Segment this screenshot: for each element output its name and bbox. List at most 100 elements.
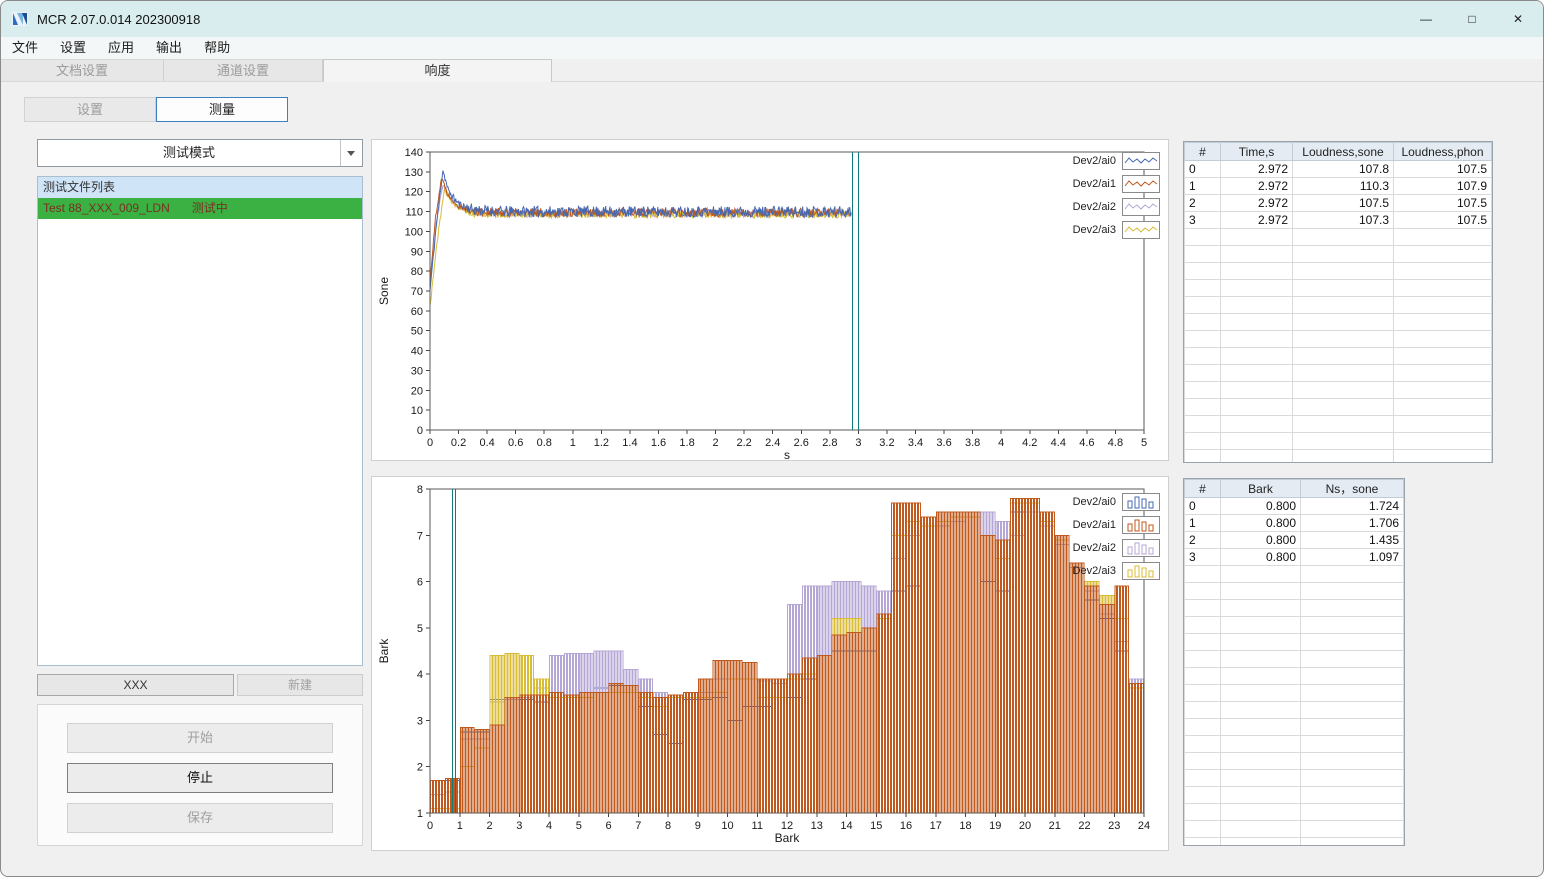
- table-row-empty: [1184, 245, 1492, 263]
- table-cell: [1184, 415, 1221, 433]
- svg-text:15: 15: [870, 820, 882, 832]
- table-cell: [1220, 786, 1301, 804]
- test-mode-select[interactable]: 测试模式: [37, 139, 363, 167]
- close-button[interactable]: ✕: [1495, 1, 1541, 37]
- tab-loudness[interactable]: 响度: [323, 59, 552, 82]
- svg-text:3: 3: [417, 715, 423, 727]
- table-cell: [1184, 735, 1221, 753]
- svg-text:2.6: 2.6: [794, 437, 809, 449]
- subtab-measure-button[interactable]: 测量: [156, 97, 288, 122]
- table-cell: [1300, 599, 1404, 617]
- menu-item-apply[interactable]: 应用: [97, 37, 145, 59]
- table-cell: [1292, 313, 1394, 331]
- table-cell: [1184, 752, 1221, 770]
- col-header-time: Time,s: [1220, 142, 1293, 161]
- new-button[interactable]: 新建: [237, 674, 363, 696]
- save-button[interactable]: 保存: [67, 803, 333, 833]
- subtab-settings-button[interactable]: 设置: [24, 97, 156, 122]
- svg-text:30: 30: [411, 365, 423, 377]
- table-cell: [1184, 582, 1221, 600]
- table-row-empty: [1184, 786, 1404, 804]
- table-row-empty: [1184, 718, 1404, 736]
- window-title: MCR 2.07.0.014 202300918: [37, 11, 201, 27]
- table-row[interactable]: 1 0.800 1.706: [1184, 514, 1404, 532]
- tab-document-settings[interactable]: 文档设置: [1, 59, 164, 81]
- app-window: MCR 2.07.0.014 202300918 — □ ✕ 文件 设置 应用 …: [0, 0, 1544, 877]
- legend-item-Dev2/ai1[interactable]: Dev2/ai1: [1073, 516, 1160, 534]
- svg-text:1.8: 1.8: [679, 437, 694, 449]
- table-cell: [1292, 381, 1394, 399]
- legend-line-sample-icon: [1122, 152, 1160, 170]
- legend-item-Dev2/ai0[interactable]: Dev2/ai0: [1073, 152, 1160, 170]
- col-header-index: #: [1184, 479, 1221, 498]
- col-header-index: #: [1184, 142, 1221, 161]
- svg-text:80: 80: [411, 266, 423, 278]
- table-row[interactable]: 2 2.972 107.5 107.5: [1184, 194, 1492, 212]
- table-row[interactable]: 0 0.800 1.724: [1184, 497, 1404, 515]
- svg-text:19: 19: [989, 820, 1001, 832]
- menu-item-file[interactable]: 文件: [1, 37, 49, 59]
- table-cell: [1393, 415, 1492, 433]
- menu-item-output[interactable]: 输出: [145, 37, 193, 59]
- minimize-button[interactable]: —: [1403, 1, 1449, 37]
- svg-text:14: 14: [840, 820, 852, 832]
- table-cell: [1184, 718, 1221, 736]
- table-row-empty: [1184, 837, 1404, 845]
- svg-text:4: 4: [998, 437, 1004, 449]
- menu-item-settings[interactable]: 设置: [49, 37, 97, 59]
- legend-item-Dev2/ai3[interactable]: Dev2/ai3: [1073, 562, 1160, 580]
- svg-text:10: 10: [411, 405, 423, 417]
- table-row-empty: [1184, 701, 1404, 719]
- table-cell: [1220, 245, 1293, 263]
- stop-button[interactable]: 停止: [67, 763, 333, 793]
- table-cell: [1393, 449, 1492, 462]
- line-chart-legend: Dev2/ai0 Dev2/ai1 Dev2/ai2 Dev2/ai3: [1073, 152, 1160, 239]
- tab-channel-settings[interactable]: 通道设置: [164, 59, 323, 81]
- legend-bar-sample-icon: [1122, 539, 1160, 557]
- combo-dropdown-button[interactable]: [340, 140, 362, 166]
- table-cell: [1184, 262, 1221, 280]
- table-row-empty: [1184, 228, 1492, 246]
- table-cell: [1220, 701, 1301, 719]
- table-row[interactable]: 2 0.800 1.435: [1184, 531, 1404, 549]
- legend-item-Dev2/ai2[interactable]: Dev2/ai2: [1073, 198, 1160, 216]
- maximize-button[interactable]: □: [1449, 1, 1495, 37]
- table-row[interactable]: 3 2.972 107.3 107.5: [1184, 211, 1492, 229]
- table-row[interactable]: 3 0.800 1.097: [1184, 548, 1404, 566]
- svg-text:4.6: 4.6: [1079, 437, 1094, 449]
- table-cell: [1292, 279, 1394, 297]
- table-cell: 3: [1184, 548, 1221, 566]
- loudness-time-chart[interactable]: 0 0.2 0.4 0.6 0.8 1 1.2 1.4 1.6 1.8 2 2.2 2.4 2.6 2.8 3…: [372, 140, 1170, 462]
- file-list-item[interactable]: Test 88_XXX_009_LDN 测试中: [38, 198, 362, 219]
- titlebar: MCR 2.07.0.014 202300918 — □ ✕: [1, 1, 1543, 37]
- table-row-empty: [1184, 449, 1492, 462]
- table-cell: [1220, 565, 1301, 583]
- table-cell: [1184, 565, 1221, 583]
- table-row-empty: [1184, 633, 1404, 651]
- xxx-button[interactable]: XXX: [37, 674, 234, 696]
- table-cell: [1184, 330, 1221, 348]
- legend-item-Dev2/ai0[interactable]: Dev2/ai0: [1073, 493, 1160, 511]
- legend-item-Dev2/ai2[interactable]: Dev2/ai2: [1073, 539, 1160, 557]
- svg-text:1: 1: [417, 808, 423, 820]
- legend-item-Dev2/ai3[interactable]: Dev2/ai3: [1073, 221, 1160, 239]
- table-cell: [1300, 752, 1404, 770]
- table-row[interactable]: 0 2.972 107.8 107.5: [1184, 160, 1492, 178]
- specific-loudness-chart[interactable]: 0 1 2 3 4 5 6 7 8 9 10 11 12 13 14 15 16 17 18 19 20 21 22 23 24…: [372, 477, 1170, 852]
- start-button[interactable]: 开始: [67, 723, 333, 753]
- table-row[interactable]: 1 2.972 110.3 107.9: [1184, 177, 1492, 195]
- table-cell: [1292, 347, 1394, 365]
- legend-item-Dev2/ai1[interactable]: Dev2/ai1: [1073, 175, 1160, 193]
- menu-item-help[interactable]: 帮助: [193, 37, 241, 59]
- svg-text:18: 18: [959, 820, 971, 832]
- svg-text:20: 20: [1019, 820, 1031, 832]
- table-cell: [1220, 398, 1293, 416]
- table-cell: [1220, 650, 1301, 668]
- svg-text:60: 60: [411, 306, 423, 318]
- table-cell: 107.5: [1393, 211, 1492, 229]
- table-cell: [1300, 820, 1404, 838]
- table-cell: [1184, 667, 1221, 685]
- table-row-empty: [1184, 330, 1492, 348]
- table-row-empty: [1184, 599, 1404, 617]
- table-cell: [1184, 616, 1221, 634]
